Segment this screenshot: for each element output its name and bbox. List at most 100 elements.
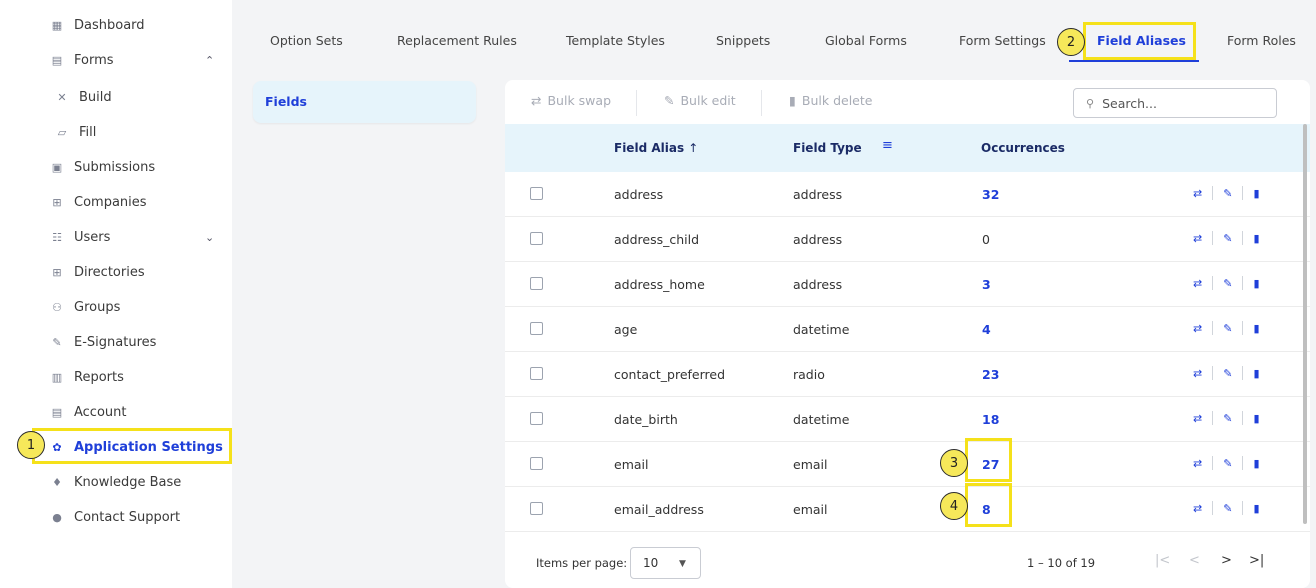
trash-icon[interactable]: ▮	[1253, 187, 1259, 200]
chevron-up-icon[interactable]: ⌃	[205, 54, 214, 67]
row-checkbox[interactable]	[530, 412, 543, 425]
row-checkbox[interactable]	[530, 322, 543, 335]
first-page-icon[interactable]: |<	[1155, 553, 1170, 568]
tab-replacement-rules[interactable]: Replacement Rules	[397, 33, 517, 48]
table-row[interactable]: age datetime 4 ⇄ ✎ ▮	[505, 307, 1310, 352]
sidebar-item-e-signatures[interactable]: ✎ E-Signatures	[50, 327, 156, 357]
pencil-icon[interactable]: ✎	[1223, 502, 1232, 515]
bulk-delete-button[interactable]: ▮ Bulk delete	[789, 93, 872, 108]
pencil-icon[interactable]: ✎	[1223, 232, 1232, 245]
sidebar-item-account[interactable]: ▤ Account	[50, 397, 127, 427]
swap-icon[interactable]: ⇄	[1193, 187, 1202, 200]
action-divider	[1212, 231, 1214, 245]
bulk-swap-button[interactable]: ⇄ Bulk swap	[531, 93, 611, 108]
pencil-icon[interactable]: ✎	[1223, 367, 1232, 380]
occurrences-link[interactable]: 32	[982, 187, 999, 202]
swap-icon[interactable]: ⇄	[1193, 277, 1202, 290]
trash-icon[interactable]: ▮	[1253, 232, 1259, 245]
pencil-icon[interactable]: ✎	[1223, 187, 1232, 200]
highlight-occurrences-email	[965, 438, 1012, 482]
row-checkbox[interactable]	[530, 457, 543, 470]
sidebar-item-companies[interactable]: ⊞ Companies	[50, 187, 147, 217]
field-alias-cell: date_birth	[614, 412, 678, 427]
sidebar-item-groups[interactable]: ⚇ Groups	[50, 292, 120, 322]
fields-nav-item[interactable]: Fields	[253, 81, 476, 123]
table-row[interactable]: email email 27 ⇄ ✎ ▮	[505, 442, 1310, 487]
trash-icon[interactable]: ▮	[1253, 502, 1259, 515]
trash-icon[interactable]: ▮	[1253, 367, 1259, 380]
tab-template-styles[interactable]: Template Styles	[566, 33, 665, 48]
swap-icon[interactable]: ⇄	[1193, 367, 1202, 380]
sidebar-item-contact-support[interactable]: ● Contact Support	[50, 502, 180, 532]
row-checkbox[interactable]	[530, 277, 543, 290]
sidebar-item-dashboard[interactable]: ▦ Dashboard	[50, 10, 145, 40]
chevron-down-icon[interactable]: ⌄	[205, 231, 214, 244]
sidebar-item-label: Companies	[74, 194, 147, 210]
sidebar-item-label: Knowledge Base	[74, 474, 182, 490]
trash-icon[interactable]: ▮	[1253, 277, 1259, 290]
dashboard-icon: ▦	[51, 18, 63, 32]
occurrences-link[interactable]: 18	[982, 412, 999, 427]
bulk-swap-label: Bulk swap	[547, 93, 611, 108]
sidebar-item-reports[interactable]: ▥ Reports	[50, 362, 124, 392]
items-per-page-select[interactable]: 10 ▼	[630, 547, 701, 579]
occurrences-link[interactable]: 4	[982, 322, 991, 337]
trash-icon: ▮	[789, 93, 796, 108]
filter-icon[interactable]: ≡	[882, 138, 893, 153]
column-header-field-alias[interactable]: Field Alias ↑	[614, 141, 698, 155]
table-row[interactable]: email_address email 8 ⇄ ✎ ▮	[505, 487, 1310, 532]
action-divider	[1242, 231, 1244, 245]
action-divider	[1242, 456, 1244, 470]
trash-icon[interactable]: ▮	[1253, 322, 1259, 335]
pencil-icon[interactable]: ✎	[1223, 277, 1232, 290]
field-type-cell: address	[793, 187, 843, 202]
trash-icon[interactable]: ▮	[1253, 457, 1259, 470]
table-row[interactable]: address_child address 0 ⇄ ✎ ▮	[505, 217, 1310, 262]
table-scrollbar[interactable]	[1303, 124, 1307, 524]
sidebar-item-forms[interactable]: ▤ Forms ⌃	[50, 45, 214, 75]
column-header-field-type[interactable]: Field Type	[793, 141, 862, 155]
next-page-icon[interactable]: >	[1221, 553, 1232, 568]
row-actions: ⇄ ✎ ▮	[1193, 231, 1260, 245]
sidebar-item-build[interactable]: ✕ Build	[55, 82, 111, 112]
swap-icon[interactable]: ⇄	[1193, 232, 1202, 245]
tab-option-sets[interactable]: Option Sets	[270, 33, 343, 48]
pencil-icon[interactable]: ✎	[1223, 412, 1232, 425]
action-divider	[1212, 411, 1214, 425]
search-input[interactable]: ⚲ Search...	[1073, 88, 1277, 118]
column-header-occurrences[interactable]: Occurrences	[981, 141, 1065, 155]
swap-icon[interactable]: ⇄	[1193, 457, 1202, 470]
swap-icon[interactable]: ⇄	[1193, 322, 1202, 335]
callout-3: 3	[940, 449, 968, 477]
support-icon: ●	[52, 510, 62, 524]
tab-snippets[interactable]: Snippets	[716, 33, 770, 48]
swap-icon[interactable]: ⇄	[1193, 502, 1202, 515]
trash-icon[interactable]: ▮	[1253, 412, 1259, 425]
sidebar-item-submissions[interactable]: ▣ Submissions	[50, 152, 155, 182]
bulk-edit-button[interactable]: ✎ Bulk edit	[664, 93, 736, 108]
pencil-icon[interactable]: ✎	[1223, 457, 1232, 470]
occurrences-link[interactable]: 23	[982, 367, 999, 382]
row-checkbox[interactable]	[530, 502, 543, 515]
swap-icon[interactable]: ⇄	[1193, 412, 1202, 425]
occurrences-link[interactable]: 0	[982, 232, 990, 247]
sidebar-item-directories[interactable]: ⊞ Directories	[50, 257, 144, 287]
previous-page-icon[interactable]: <	[1189, 553, 1200, 568]
table-row[interactable]: address_home address 3 ⇄ ✎ ▮	[505, 262, 1310, 307]
sidebar-item-knowledge-base[interactable]: ♦ Knowledge Base	[50, 467, 181, 497]
row-checkbox[interactable]	[530, 232, 543, 245]
last-page-icon[interactable]: >|	[1249, 553, 1264, 568]
tab-global-forms[interactable]: Global Forms	[825, 33, 907, 48]
tab-form-settings[interactable]: Form Settings	[959, 33, 1046, 48]
occurrences-link[interactable]: 3	[982, 277, 991, 292]
table-row[interactable]: date_birth datetime 18 ⇄ ✎ ▮	[505, 397, 1310, 442]
pencil-icon[interactable]: ✎	[1223, 322, 1232, 335]
table-row[interactable]: address address 32 ⇄ ✎ ▮	[505, 172, 1310, 217]
sidebar-item-users[interactable]: ☷ Users ⌄	[50, 222, 214, 252]
active-tab-indicator	[1069, 60, 1199, 62]
table-row[interactable]: contact_preferred radio 23 ⇄ ✎ ▮	[505, 352, 1310, 397]
row-checkbox[interactable]	[530, 367, 543, 380]
row-checkbox[interactable]	[530, 187, 543, 200]
tab-form-roles[interactable]: Form Roles	[1227, 33, 1296, 48]
sidebar-item-fill[interactable]: ▱ Fill	[55, 117, 97, 147]
